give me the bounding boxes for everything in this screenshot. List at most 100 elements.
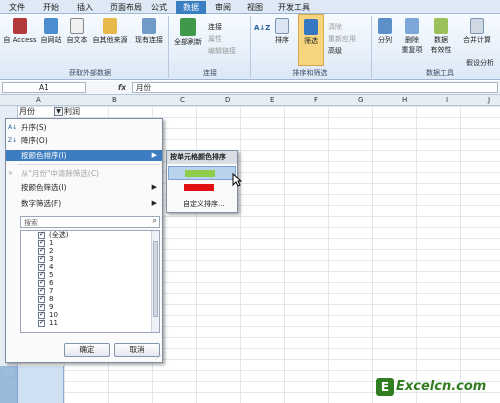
row-selection-highlight xyxy=(0,366,18,403)
menu-item-sort-ascending[interactable]: A↓ 升序(S) xyxy=(6,122,162,133)
sort-button[interactable]: 排序 xyxy=(270,18,294,45)
from-access-button[interactable]: 自 Access xyxy=(3,18,37,45)
tab-insert[interactable]: 插入 xyxy=(74,1,96,14)
access-icon xyxy=(13,18,27,34)
data-validation-button[interactable]: 数据 有效性 xyxy=(428,18,454,55)
column-header-i[interactable]: I xyxy=(446,96,448,104)
from-web-button[interactable]: 自网站 xyxy=(39,18,63,45)
column-header-a[interactable]: A xyxy=(36,96,41,104)
search-placeholder: 搜索 xyxy=(24,219,38,227)
excel-logo-icon: E xyxy=(376,378,394,396)
validation-icon xyxy=(434,18,448,34)
from-other-sources-button[interactable]: 自其他来源 xyxy=(91,18,129,45)
formula-bar: A1 fx 月份 xyxy=(0,81,500,95)
tab-formulas[interactable]: 公式 xyxy=(148,1,170,14)
menu-item-sort-by-color[interactable]: 按颜色排序(I) ▶ xyxy=(6,150,162,161)
cancel-button[interactable]: 取消 xyxy=(114,343,160,357)
submenu-arrow-icon: ▶ xyxy=(151,199,157,207)
tab-data[interactable]: 数据 xyxy=(176,1,206,14)
list-item-label: 11 xyxy=(49,319,58,327)
connections-button[interactable]: 连接 xyxy=(208,22,222,32)
tab-page-layout[interactable]: 页面布局 xyxy=(108,1,144,14)
menu-item-filter-by-color[interactable]: 按颜色筛选(I) ▶ xyxy=(6,182,162,193)
ribbon-tabs: 文件 开始 插入 页面布局 公式 数据 审阅 视图 开发工具 xyxy=(0,0,500,14)
filter-search-box[interactable]: 搜索 ⌕ xyxy=(20,216,160,228)
split-icon xyxy=(378,18,392,34)
sort-az-icon: A↓Z xyxy=(254,24,271,32)
remove-duplicates-icon xyxy=(405,18,419,34)
watermark-text: Excelcn.com xyxy=(396,379,487,394)
submenu-color-option-green[interactable] xyxy=(168,166,236,180)
watermark-logo: E Excelcn.com xyxy=(376,376,496,398)
column-header-j[interactable]: J xyxy=(488,96,490,104)
consolidate-icon xyxy=(470,18,484,34)
submenu-custom-sort[interactable]: 自定义排序... xyxy=(183,199,225,209)
column-header-e[interactable]: E xyxy=(270,96,274,104)
cell-b1[interactable]: 利润 xyxy=(64,107,94,117)
menu-item-clear-filter[interactable]: ✕ 从"月份"中清除筛选(C) xyxy=(6,168,162,179)
consolidate-button[interactable]: 合并计算 xyxy=(457,18,497,45)
existing-connections-button[interactable]: 现有连接 xyxy=(133,18,165,45)
mouse-pointer-icon xyxy=(232,173,242,187)
other-sources-icon xyxy=(103,18,117,34)
tab-view[interactable]: 视图 xyxy=(244,1,266,14)
column-header-h[interactable]: H xyxy=(402,96,407,104)
cell-a1[interactable]: 月份 xyxy=(19,107,49,117)
column-header-d[interactable]: D xyxy=(225,96,230,104)
reapply-button[interactable]: 重新应用 xyxy=(328,34,356,44)
ok-button[interactable]: 确定 xyxy=(64,343,110,357)
group-label-connections: 连接 xyxy=(203,69,217,77)
submenu-arrow-icon: ▶ xyxy=(151,183,157,191)
resize-grip-icon[interactable]: ⋰ xyxy=(155,354,161,361)
clear-button[interactable]: 清除 xyxy=(328,22,342,32)
text-to-columns-button[interactable]: 分列 xyxy=(374,18,396,45)
group-separator xyxy=(250,16,251,78)
filter-button[interactable]: 筛选 xyxy=(298,14,324,66)
formula-input[interactable]: 月份 xyxy=(132,82,498,93)
group-separator xyxy=(371,16,372,78)
sort-ascending-icon: A↓ xyxy=(8,124,18,131)
list-scrollbar[interactable] xyxy=(151,231,159,332)
sort-descending-icon: Z↓ xyxy=(8,137,18,144)
scrollbar-thumb[interactable] xyxy=(153,241,158,317)
tab-home[interactable]: 开始 xyxy=(40,1,62,14)
group-label-external: 获取外部数据 xyxy=(69,69,111,77)
sort-az-button[interactable]: A↓Z xyxy=(254,24,271,32)
refresh-icon xyxy=(180,18,196,36)
name-box[interactable]: A1 xyxy=(2,82,86,93)
remove-duplicates-button[interactable]: 删除 重复项 xyxy=(399,18,425,55)
column-header-b[interactable]: B xyxy=(112,96,117,104)
sort-icon xyxy=(275,18,289,34)
ribbon: 自 Access 自网站 自文本 自其他来源 现有连接 获取外部数据 全部刷新 … xyxy=(0,14,500,80)
submenu-arrow-icon: ▶ xyxy=(151,151,157,159)
column-a-selection xyxy=(18,366,64,403)
filter-dropdown-button[interactable]: ▼ xyxy=(54,107,63,116)
what-if-analysis-button[interactable]: 假设分析 xyxy=(466,58,494,68)
submenu-header: 按单元格颜色排序 xyxy=(167,151,237,164)
tab-file[interactable]: 文件 xyxy=(6,1,28,14)
submenu-color-option-red[interactable] xyxy=(168,181,236,195)
edit-links-button[interactable]: 编辑链接 xyxy=(208,46,236,56)
search-icon[interactable]: ⌕ xyxy=(153,216,157,226)
column-header-c[interactable]: C xyxy=(180,96,185,104)
column-header-f[interactable]: F xyxy=(314,96,318,104)
menu-item-number-filters[interactable]: 数字筛选(F) ▶ xyxy=(6,198,162,209)
advanced-button[interactable]: 高级 xyxy=(328,46,342,56)
group-separator xyxy=(168,16,169,78)
clear-filter-icon: ✕ xyxy=(8,170,14,177)
tab-review[interactable]: 审阅 xyxy=(212,1,234,14)
properties-button[interactable]: 属性 xyxy=(208,34,222,44)
color-swatch-green xyxy=(185,170,215,177)
column-header-g[interactable]: G xyxy=(358,96,363,104)
refresh-all-button[interactable]: 全部刷新 xyxy=(171,18,205,47)
fx-icon[interactable]: fx xyxy=(118,83,126,92)
group-label-sort-filter: 排序和筛选 xyxy=(292,69,328,77)
text-file-icon xyxy=(70,18,84,34)
from-text-button[interactable]: 自文本 xyxy=(65,18,89,45)
existing-connections-icon xyxy=(142,18,156,34)
checkbox-item[interactable] xyxy=(38,318,45,327)
tab-developer[interactable]: 开发工具 xyxy=(276,1,312,14)
menu-item-sort-descending[interactable]: Z↓ 降序(O) xyxy=(6,135,162,146)
funnel-icon xyxy=(304,19,318,35)
autofilter-menu: A↓ 升序(S) Z↓ 降序(O) 按颜色排序(I) ▶ ✕ 从"月份"中清除筛选(C)… xyxy=(5,118,163,363)
